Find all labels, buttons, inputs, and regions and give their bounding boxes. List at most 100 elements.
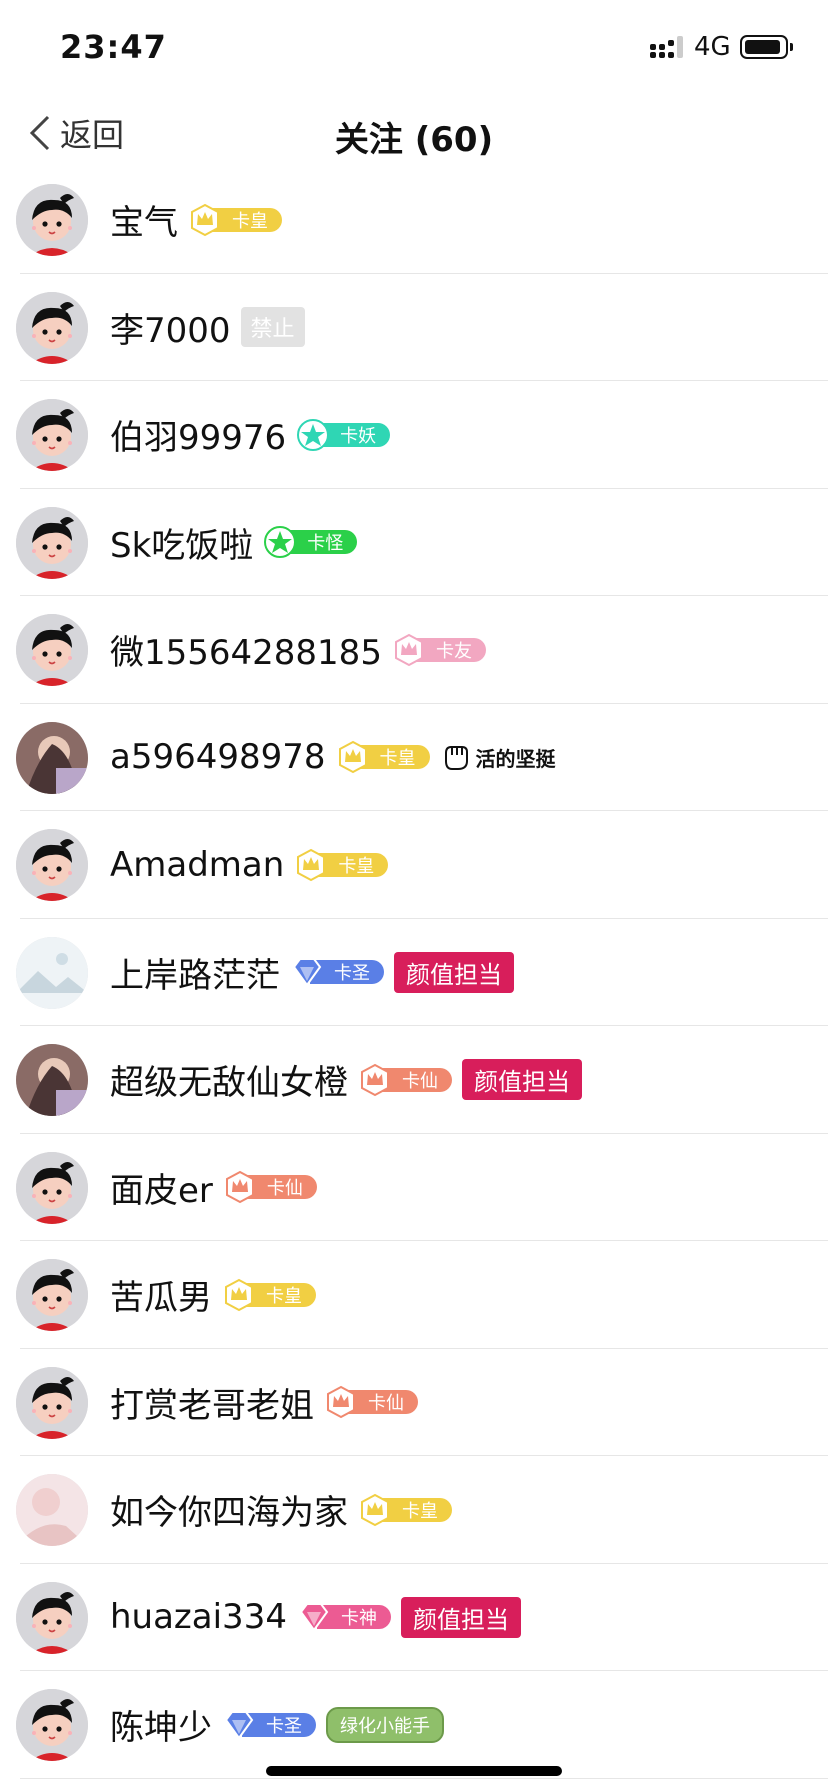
list-item[interactable]: 苦瓜男 卡皇 [0,1241,828,1349]
battery-icon [740,35,793,59]
list-item[interactable]: 宝气 卡皇 [0,166,828,274]
list-item[interactable]: 上岸路茫茫 卡圣 颜值担当 [0,919,828,1027]
list-item[interactable]: 李7000 禁止 [0,274,828,382]
list-item[interactable]: 如今你四海为家 卡皇 [0,1456,828,1564]
username: 上岸路茫茫 [110,955,280,996]
level-badge: 卡怪 [263,526,358,559]
crown-icon [361,1493,389,1526]
status-time: 23:47 [60,28,167,66]
username: 伯羽99976 [110,418,287,459]
level-badge: 卡仙 [324,1386,418,1419]
username: 面皮er [110,1170,213,1211]
avatar[interactable] [16,1259,88,1331]
list-item[interactable]: 超级无敌仙女橙 卡仙 颜值担当 [0,1026,828,1134]
name-line: 伯羽99976 卡妖 [110,381,391,489]
name-line: 李7000 禁止 [110,274,305,382]
avatar[interactable] [16,399,88,471]
star-icon [264,526,297,559]
username: 打赏老哥老姐 [110,1385,314,1426]
tag-badge: 颜值担当 [394,951,514,993]
username: 超级无敌仙女橙 [110,1063,348,1104]
medal-badge: 活的坚挺 [440,741,556,773]
level-badge: 卡友 [392,633,486,666]
level-badge: 卡皇 [358,1493,452,1526]
avatar[interactable] [16,1689,88,1761]
diamond-icon [292,958,322,987]
diamond-icon [299,1603,329,1632]
crown-icon [191,203,219,236]
avatar[interactable] [16,506,88,579]
name-line: 上岸路茫茫 卡圣 颜值担当 [110,919,514,1027]
list-item[interactable]: Sk吃饭啦 卡怪 [0,489,828,597]
avatar[interactable] [16,614,88,686]
crown-icon [225,1171,254,1204]
list-item[interactable]: 面皮er 卡仙 [0,1134,828,1242]
crown-icon [327,1386,355,1419]
avatar[interactable] [16,291,88,364]
level-badge: 卡仙 [358,1063,452,1096]
crown-icon [338,741,367,774]
username: Sk吃饭啦 [110,525,254,566]
ban-badge: 禁止 [240,307,305,348]
level-badge: 卡圣 [222,1710,316,1740]
diamond-icon [224,1710,254,1740]
fist-icon [444,746,468,771]
name-line: 如今你四海为家 卡皇 [110,1456,452,1564]
name-line: 宝气 卡皇 [110,166,282,274]
avatar[interactable] [16,1044,88,1116]
list-item[interactable]: 伯羽99976 卡妖 [0,381,828,489]
list-item[interactable]: huazai334 卡神 颜值担当 [0,1564,828,1672]
username: Amadman [110,844,285,885]
name-line: huazai334 卡神 颜值担当 [110,1564,521,1672]
level-badge: 卡妖 [296,418,391,451]
name-line: 面皮er 卡仙 [110,1134,317,1242]
medal-text: 活的坚挺 [475,746,556,771]
level-badge: 卡圣 [290,957,384,987]
tag-badge: 颜值担当 [462,1059,582,1101]
level-badge: 卡皇 [222,1278,316,1311]
avatar[interactable] [16,184,88,256]
username: 宝气 [110,203,178,244]
name-line: Amadman 卡皇 [110,811,389,919]
username: 李7000 [110,310,231,351]
page-title: 关注 (60) [334,120,494,160]
name-line: a596498978 卡皇 活的坚挺 [110,704,556,812]
username: a596498978 [110,737,326,778]
avatar[interactable] [16,1366,88,1439]
username: huazai334 [110,1597,287,1638]
status-bar: 23:47 4G [0,0,828,96]
list-item[interactable]: 陈坤少 卡圣 绿化小能手 [0,1671,828,1779]
home-indicator [266,1766,562,1776]
tag-badge: 颜值担当 [400,1596,521,1638]
nav-bar: 返回 关注 (60) [0,96,828,170]
crown-icon [225,1278,253,1311]
list-item[interactable]: Amadman 卡皇 [0,811,828,919]
username: 苦瓜男 [110,1278,212,1319]
username: 如今你四海为家 [110,1493,348,1534]
avatar[interactable] [16,829,88,901]
avatar[interactable] [16,1581,88,1654]
crown-icon [361,1063,389,1096]
network-label: 4G [694,32,731,62]
level-badge: 卡仙 [223,1171,317,1204]
level-badge: 卡皇 [188,203,282,236]
list-item[interactable]: 微15564288185 卡友 [0,596,828,704]
name-line: 打赏老哥老姐 卡仙 [110,1349,418,1457]
signal-icon [650,36,683,58]
name-line: 超级无敌仙女橙 卡仙 颜值担当 [110,1026,582,1134]
name-line: 陈坤少 卡圣 绿化小能手 [110,1671,444,1779]
avatar[interactable] [16,1151,88,1224]
avatar[interactable] [16,1474,88,1546]
avatar[interactable] [16,936,88,1009]
username: 微15564288185 [110,633,382,674]
list-item[interactable]: a596498978 卡皇 活的坚挺 [0,704,828,812]
username: 陈坤少 [110,1708,212,1749]
crown-icon [394,633,423,666]
list-item[interactable]: 打赏老哥老姐 卡仙 [0,1349,828,1457]
level-badge: 卡皇 [336,741,430,774]
greenery-badge: 绿化小能手 [326,1706,444,1743]
follow-list: 宝气 卡皇 李7000 禁止 伯羽99976 卡妖 Sk吃饭啦 卡怪 微15564288185 卡… [0,166,828,1779]
crown-icon [297,848,326,881]
star-icon [297,418,330,451]
avatar[interactable] [16,721,88,794]
